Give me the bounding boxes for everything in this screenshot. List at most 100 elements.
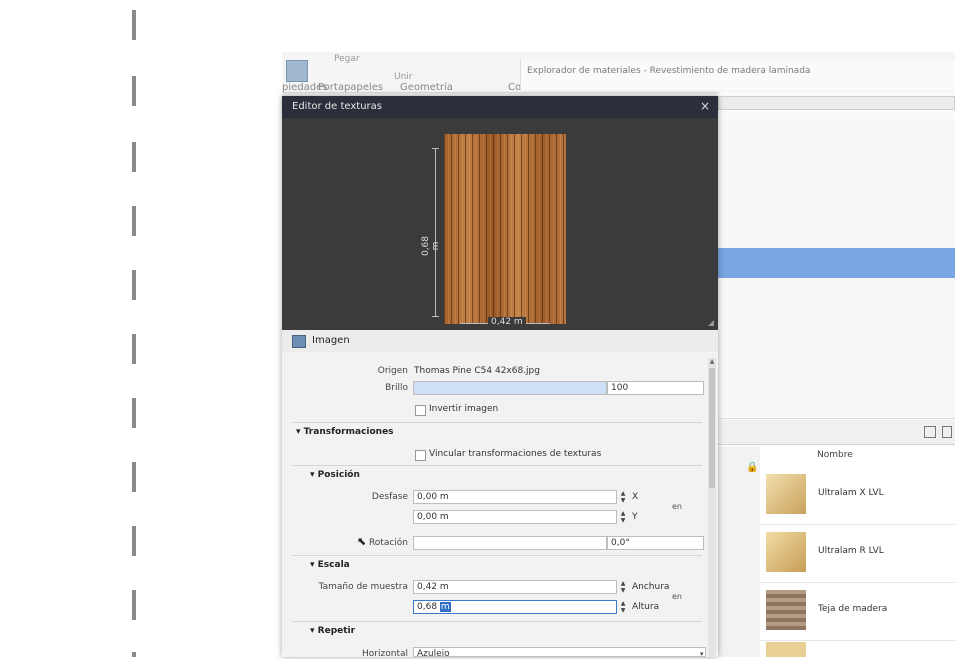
margin-dash (132, 462, 136, 492)
browser-row[interactable] (718, 120, 955, 143)
material-thumbnail (766, 532, 806, 572)
dimension-tick (432, 316, 439, 317)
offset-label: Desfase (371, 492, 408, 502)
link-transforms-checkbox[interactable] (415, 450, 426, 461)
position-section-header[interactable]: ▾ Posición (310, 470, 360, 480)
brightness-input[interactable]: 100 (607, 381, 704, 395)
height-label: Altura (632, 602, 660, 612)
library-item[interactable] (760, 640, 955, 657)
library-item[interactable]: Teja de madera (760, 582, 955, 641)
divider (292, 422, 702, 423)
scroll-up-icon[interactable]: ▲ (708, 358, 716, 365)
offset-x-spinner[interactable]: ▲ ▼ (619, 490, 627, 504)
height-spinner[interactable]: ▲ ▼ (619, 600, 627, 614)
width-dimension-label: 0,42 m (488, 317, 526, 327)
repeat-section-label: Repetir (317, 626, 356, 636)
width-spinner[interactable]: ▲ ▼ (619, 580, 627, 594)
rotation-input[interactable]: 0,0° (607, 536, 704, 550)
image-section-header[interactable]: Imagen (282, 330, 718, 352)
offset-y-axis: Y (632, 512, 638, 522)
margin-dash (132, 206, 136, 236)
horizontal-select[interactable]: Azulejo (413, 647, 706, 657)
height-value: 0,68 (417, 602, 438, 612)
browser-search-input[interactable] (718, 96, 955, 110)
height-unit-selected: m (439, 602, 451, 612)
origin-value[interactable]: Thomas Pine C54 42x68.jpg (414, 366, 540, 376)
offset-y-spinner[interactable]: ▲ ▼ (619, 510, 627, 524)
offset-x-axis: X (632, 492, 639, 502)
resize-grip-icon[interactable] (708, 320, 714, 326)
horizontal-label: Horizontal (362, 649, 408, 659)
invert-image-label: Invertir imagen (429, 404, 499, 414)
transforms-section-label: Transformaciones (303, 427, 394, 437)
transforms-section-header[interactable]: ▾ Transformaciones (296, 427, 394, 437)
divider (292, 621, 702, 622)
margin-dash (132, 270, 136, 300)
origin-label: Origen (377, 366, 408, 376)
offset-y-input[interactable]: 0,00 m (413, 510, 617, 524)
ribbon-join[interactable]: Unir (394, 72, 413, 82)
material-thumbnail (766, 642, 806, 657)
material-browser-title: Explorador de materiales - Revestimiento… (520, 60, 955, 90)
texture-editor-dialog: Editor de texturas × 0,68 m 0,42 m Image… (282, 96, 718, 659)
library-tree (718, 447, 761, 657)
width-label: Anchura (632, 582, 670, 592)
ribbon: Pegar Unir piedades Portapapeles Geometr… (282, 52, 955, 93)
link-transforms-label: Vincular transformaciones de texturas (429, 449, 602, 459)
scale-section-header[interactable]: ▾ Escala (310, 560, 350, 570)
height-dimension-label: 0,68 m (421, 235, 441, 257)
browser-row[interactable] (718, 312, 955, 347)
offset-link-tag[interactable]: en (672, 502, 682, 511)
browser-row-selected[interactable] (718, 248, 955, 279)
offset-x-input[interactable]: 0,00 m (413, 490, 617, 504)
rotation-slider[interactable] (413, 536, 607, 550)
list-icon[interactable] (942, 426, 952, 438)
browser-row[interactable] (718, 278, 955, 313)
ribbon-group-geometry: Geometría (400, 82, 453, 93)
divider (292, 555, 702, 556)
margin-dash (132, 76, 136, 106)
library-item[interactable]: Ultralam R LVL (760, 524, 955, 583)
repeat-section-header[interactable]: ▾ Repetir (310, 626, 355, 636)
browser-row[interactable] (718, 182, 955, 217)
library-toolbar (718, 420, 955, 445)
material-thumbnail (766, 590, 806, 630)
panel-icon[interactable] (924, 426, 936, 438)
sample-size-label: Tamaño de muestra (318, 582, 408, 592)
browser-row[interactable] (718, 346, 955, 381)
sample-width-input[interactable]: 0,42 m (413, 580, 617, 594)
ribbon-paste[interactable]: Pegar (334, 54, 360, 64)
margin-dash (132, 10, 136, 40)
scale-section-label: Escala (317, 560, 350, 570)
library-item-name: Ultralam X LVL (818, 488, 884, 498)
sample-height-input[interactable]: 0,68 m (413, 600, 617, 614)
browser-row[interactable] (718, 216, 955, 249)
lock-icon: 🔒 (746, 462, 759, 473)
library-item[interactable]: Ultralam X LVL (760, 466, 955, 525)
properties-icon[interactable] (286, 60, 308, 82)
margin-dash (132, 142, 136, 172)
browser-row[interactable] (718, 142, 955, 183)
close-icon[interactable]: × (700, 99, 710, 113)
library-column-name[interactable]: Nombre (817, 450, 853, 460)
invert-image-checkbox[interactable] (415, 405, 426, 416)
image-icon[interactable] (292, 335, 306, 348)
dialog-title: Editor de texturas (292, 101, 382, 112)
rotation-label: Rotación (368, 538, 408, 548)
scrollbar-thumb[interactable] (709, 368, 715, 488)
dialog-scrollbar[interactable]: ▲ (708, 358, 716, 657)
margin-dash (132, 526, 136, 556)
wood-texture-image (444, 134, 566, 324)
margin-dash (132, 398, 136, 428)
image-section-label: Imagen (312, 335, 350, 346)
brightness-slider[interactable] (413, 381, 607, 395)
margin-dash (132, 652, 136, 657)
brightness-label: Brillo (385, 383, 408, 393)
browser-row[interactable] (718, 380, 955, 419)
scale-link-tag[interactable]: en (672, 592, 682, 601)
texture-preview: 0,68 m 0,42 m (282, 118, 718, 330)
position-section-label: Posición (317, 470, 360, 480)
library-item-name: Ultralam R LVL (818, 546, 884, 556)
dimension-tick (432, 148, 439, 149)
dialog-title-bar[interactable]: Editor de texturas × (282, 96, 718, 118)
